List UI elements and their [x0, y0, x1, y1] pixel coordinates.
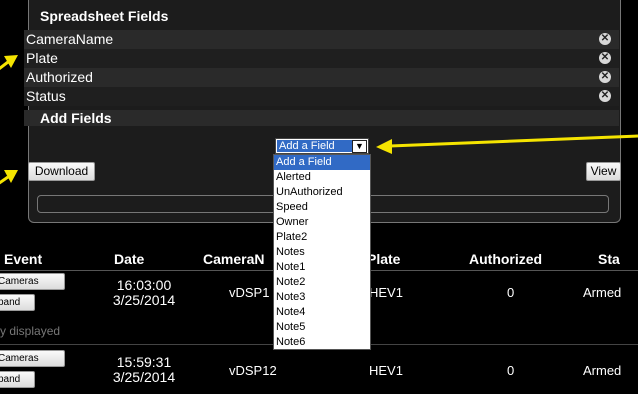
- arrow-icon: [376, 134, 638, 154]
- annotation-arrows: [0, 55, 638, 185]
- arrow-icon: [0, 55, 18, 71]
- arrow-icon: [0, 170, 18, 185]
